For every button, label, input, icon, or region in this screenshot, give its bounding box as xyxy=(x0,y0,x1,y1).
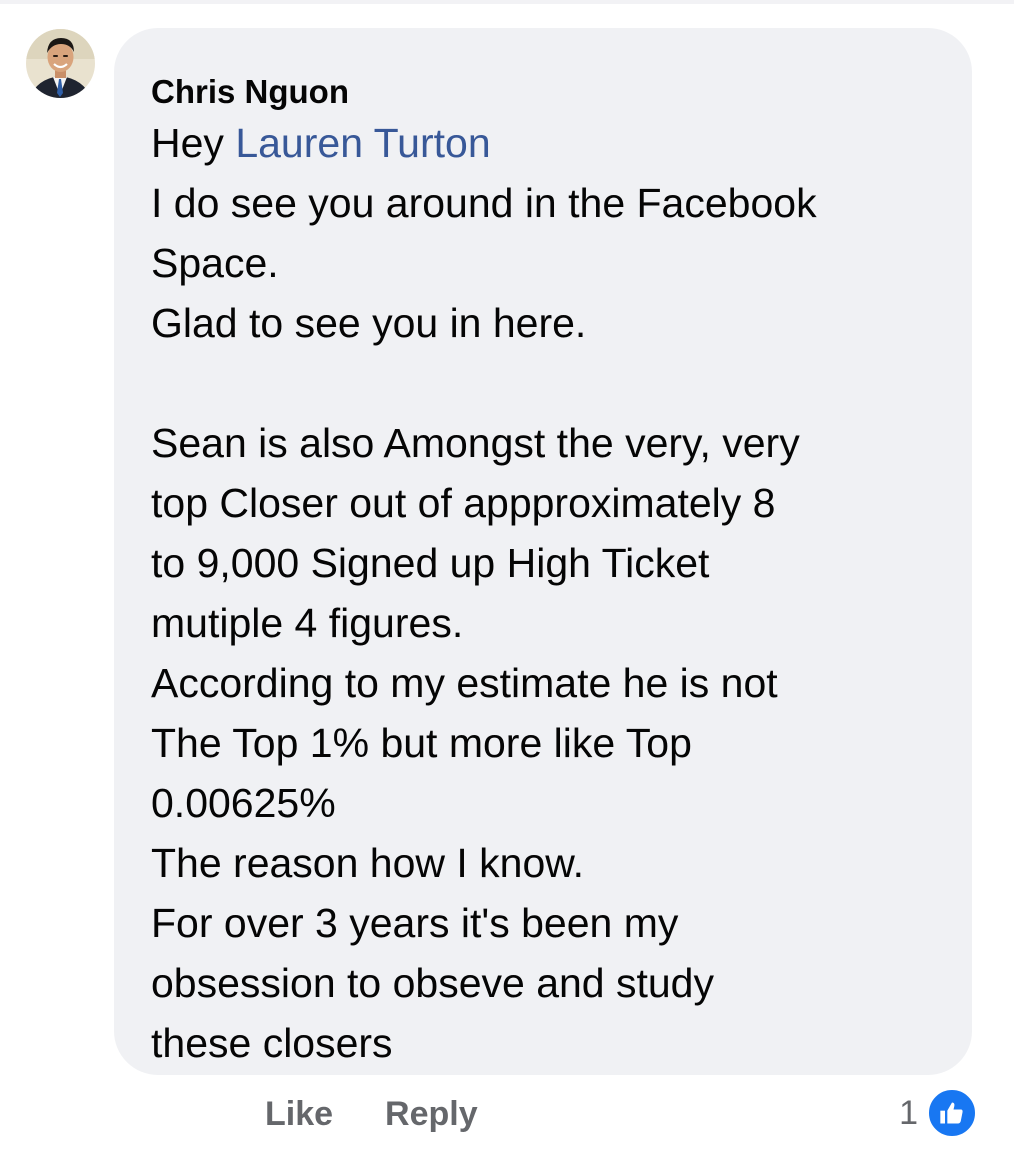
comment-author[interactable]: Chris Nguon xyxy=(151,72,942,112)
comment-page: Chris Nguon Hey Lauren Turton I do see y… xyxy=(0,0,1014,1175)
greeting-text: Hey xyxy=(151,120,224,166)
comment-line: Sean is also Amongst the very, very xyxy=(151,420,800,466)
reaction-count: 1 xyxy=(899,1094,918,1132)
comment-line: to 9,000 Signed up High Ticket xyxy=(151,540,710,586)
comment-line: obsession to obseve and study xyxy=(151,960,714,1006)
avatar[interactable] xyxy=(26,29,95,98)
comment-line-blank xyxy=(151,353,942,413)
reply-button[interactable]: Reply xyxy=(385,1090,478,1138)
comment-line: mutiple 4 figures. xyxy=(151,600,464,646)
comment-line: The Top 1% but more like Top xyxy=(151,720,692,766)
top-divider xyxy=(0,0,1014,4)
comment-line: The reason how I know. xyxy=(151,840,585,886)
comment-greeting-line: Hey Lauren Turton xyxy=(151,113,942,173)
comment-line: For over 3 years it's been my xyxy=(151,900,679,946)
comment-line: I do see you around in the Facebook xyxy=(151,180,817,226)
comment-line: 0.00625% xyxy=(151,780,336,826)
reaction-summary[interactable]: 1 xyxy=(899,1087,978,1139)
comment-line: these closers xyxy=(151,1020,393,1066)
comment-line: Glad to see you in here. xyxy=(151,300,587,346)
comment-line: According to my estimate he is not xyxy=(151,660,778,706)
comment-bubble: Chris Nguon Hey Lauren Turton I do see y… xyxy=(114,28,972,1075)
avatar-image xyxy=(26,29,95,98)
thumbs-up-icon xyxy=(926,1087,978,1139)
comment-line: Space. xyxy=(151,240,279,286)
comment-line: top Closer out of appproximately 8 xyxy=(151,480,776,526)
comment-actions: Like Reply xyxy=(265,1090,478,1138)
mention-link[interactable]: Lauren Turton xyxy=(235,120,490,166)
like-button[interactable]: Like xyxy=(265,1090,333,1138)
